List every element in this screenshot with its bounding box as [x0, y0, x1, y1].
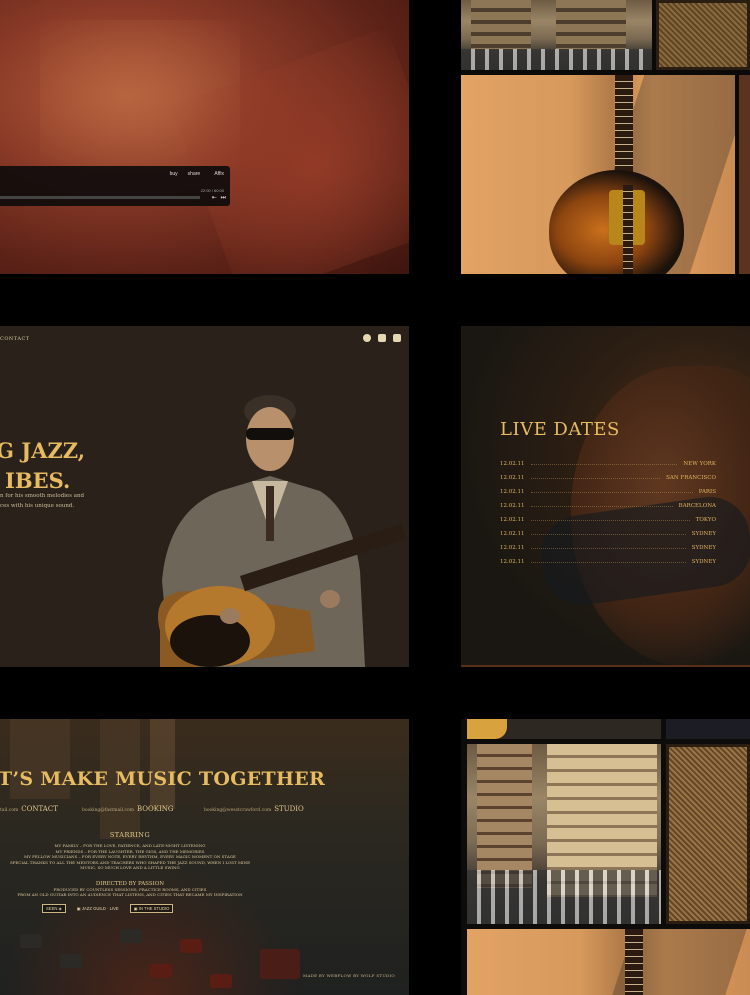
city-street-photo: [467, 744, 661, 924]
live-date: 12.02.11: [500, 559, 525, 565]
dark-strip-photo: [666, 719, 750, 739]
skip-back-icon[interactable]: ⇤: [212, 194, 217, 202]
live-date-row[interactable]: 12.02.11 TOKYO: [500, 513, 716, 527]
video-player-bar[interactable]: buy share Affix 22:00 / 60:00 ⇤ ⏭: [0, 166, 230, 206]
dotted-divider: [530, 547, 686, 549]
guitar-photo: [461, 75, 735, 274]
player-controls: ⇤ ⏭: [212, 194, 226, 202]
live-city: PARIS: [698, 489, 716, 495]
guitarist-photo: [158, 395, 407, 667]
amp-photo: [666, 744, 750, 924]
live-city: SAN FRANCISCO: [666, 475, 716, 481]
dotted-divider: [530, 491, 693, 493]
contact-item[interactable]: tail.com CONTACT: [0, 796, 58, 815]
made-by-credit[interactable]: MADE BY WEBFLOW BY WOLF STUDIO: [303, 973, 395, 978]
booking-item[interactable]: booking@fastmail.com BOOKING: [82, 796, 173, 815]
live-date: 12.02.11: [500, 531, 525, 537]
hero-title: G JAZZ, IBES.: [0, 436, 85, 496]
dotted-divider: [530, 519, 690, 521]
progress-bar[interactable]: [0, 196, 200, 199]
amp-grille-photo: [656, 0, 750, 70]
dotted-divider: [530, 463, 678, 465]
guitar-collage-card: [461, 0, 750, 274]
live-city: NEW YORK: [683, 461, 716, 467]
player-links: buy share Affix: [170, 171, 224, 177]
nav-contact-link[interactable]: CONTACT: [0, 336, 30, 342]
dotted-divider: [530, 561, 686, 563]
footer-buttons: SEEN ◈ ▣ JAZZ GUILD · LIVE ▣ IN THE STUD…: [42, 904, 174, 913]
credits: STARRING MY FAMILY – FOR THE LOVE, PATIE…: [0, 831, 260, 898]
contact-card: T’S MAKE MUSIC TOGETHER tail.com CONTACT …: [0, 719, 409, 995]
live-date-row[interactable]: 12.02.11 SYDNEY: [500, 541, 716, 555]
seen-button[interactable]: SEEN ◈: [42, 904, 66, 913]
affix-link[interactable]: Affix: [210, 171, 224, 177]
hero-desc-line1: n for his smooth melodies and: [0, 493, 85, 499]
jazz-guild-link[interactable]: ▣ JAZZ GUILD · LIVE: [74, 905, 122, 912]
live-date-row[interactable]: 12.02.11 SAN FRANCISCO: [500, 471, 716, 485]
live-date: 12.02.11: [500, 503, 525, 509]
live-city: SYDNEY: [691, 559, 716, 565]
buy-link[interactable]: buy: [170, 171, 178, 177]
contact-heading: T’S MAKE MUSIC TOGETHER: [0, 768, 326, 790]
starring-heading: STARRING: [109, 831, 151, 839]
live-dates-card: LIVE DATES 12.02.11 NEW YORK 12.02.11 SAN F…: [461, 326, 750, 667]
live-date-row[interactable]: 12.02.11 PARIS: [500, 485, 716, 499]
credit-line: MUSIC, SO MUCH LOVE AND A LITTLE SWING: [80, 865, 180, 870]
credit-line: FROM AN OLD GUITAR INTO AN AUDIENCE THAT…: [17, 892, 243, 897]
live-city: BARCELONA: [678, 503, 716, 509]
live-dates-heading: LIVE DATES: [500, 419, 620, 440]
live-date: 12.02.11: [500, 475, 525, 481]
social-links: [363, 334, 401, 342]
dotted-divider: [530, 477, 661, 479]
live-city: SYDNEY: [691, 531, 716, 537]
instagram-icon[interactable]: [393, 334, 401, 342]
playback-time: 22:00 / 60:00: [200, 188, 224, 193]
live-date: 12.02.11: [500, 545, 525, 551]
guitar-neck-photo: [467, 929, 750, 995]
dotted-divider: [530, 505, 673, 507]
youtube-icon[interactable]: [378, 334, 386, 342]
spotify-icon[interactable]: [363, 334, 371, 342]
live-city: TOKYO: [695, 517, 716, 523]
dotted-divider: [530, 533, 686, 535]
booking-email: booking@fastmail.com: [82, 808, 134, 813]
live-date: 12.02.11: [500, 461, 525, 467]
street-collage-card: [461, 719, 750, 995]
skip-forward-icon[interactable]: ⏭: [221, 194, 226, 202]
studio-item[interactable]: booking@wesstcrawford.com STUDIO: [204, 796, 304, 815]
contact-email: tail.com: [0, 808, 19, 813]
live-date: 12.02.11: [500, 517, 525, 523]
live-date-row[interactable]: 12.02.11 BARCELONA: [500, 499, 716, 513]
hero-card: CONTACT G JAZZ, IBES. n for his smooth m…: [0, 326, 409, 667]
hero-title-line1: G JAZZ,: [0, 438, 86, 463]
photo-edge: [739, 75, 750, 274]
video-hero-card: buy share Affix 22:00 / 60:00 ⇤ ⏭: [0, 0, 409, 274]
hero-description: n for his smooth melodies and ces with h…: [0, 491, 120, 511]
studio-email: booking@wesstcrawford.com: [204, 808, 272, 813]
live-date-row[interactable]: 12.02.11 SYDNEY: [500, 527, 716, 541]
credit-line: MY FELLOW MUSICIANS – FOR EVERY NOTE, EV…: [24, 854, 236, 859]
live-city: SYDNEY: [691, 545, 716, 551]
studio-button[interactable]: ▣ IN THE STUDIO: [129, 904, 174, 913]
live-date-row[interactable]: 12.02.11 SYDNEY: [500, 555, 716, 569]
amp-strip-photo: [467, 719, 661, 739]
live-dates-list: 12.02.11 NEW YORK 12.02.11 SAN FRANCISCO 12.…: [500, 457, 716, 569]
share-link[interactable]: share: [188, 171, 201, 177]
live-date: 12.02.11: [500, 489, 525, 495]
hero-desc-line2: ces with his unique sound.: [0, 503, 75, 509]
booking-label: BOOKING: [136, 805, 174, 813]
contact-label: CONTACT: [21, 805, 58, 813]
studio-label: STUDIO: [274, 805, 304, 813]
directed-lines: PRODUCED BY COUNTLESS SESSIONS, PRACTICE…: [0, 887, 260, 898]
starring-lines: MY FAMILY – FOR THE LOVE, PATIENCE, AND …: [0, 843, 260, 871]
street-photo: [461, 0, 652, 70]
live-date-row[interactable]: 12.02.11 NEW YORK: [500, 457, 716, 471]
